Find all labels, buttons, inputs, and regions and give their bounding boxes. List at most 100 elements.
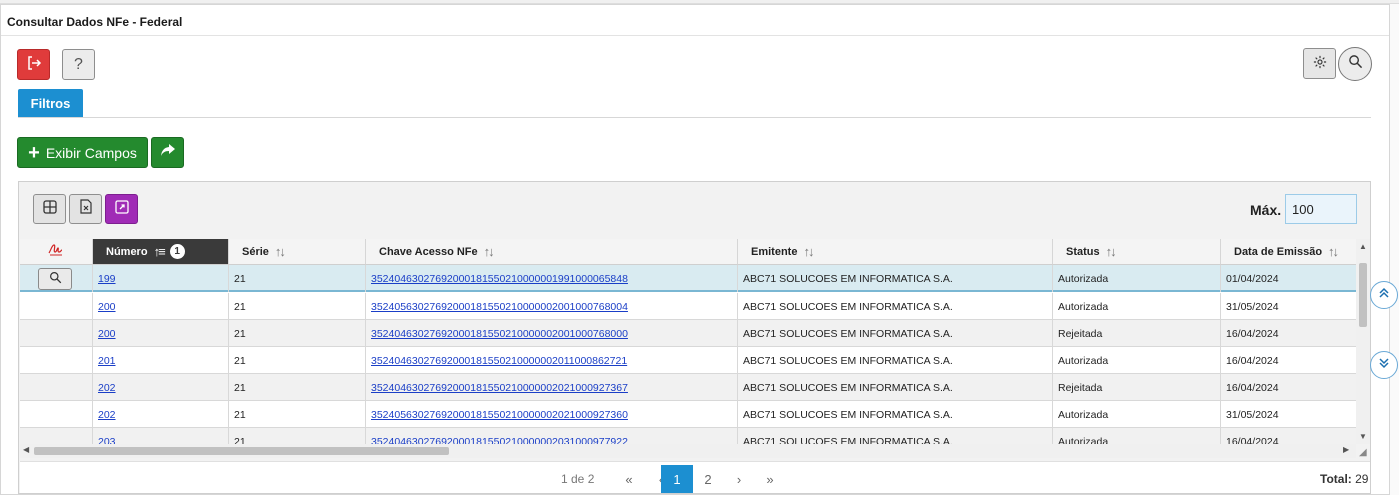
cell-emitente: ABC71 SOLUCOES EM INFORMATICA S.A. <box>738 347 1053 374</box>
column-header-chave[interactable]: Chave Acesso NFe ↑↓ <box>366 239 738 265</box>
row-search-button[interactable] <box>38 268 72 290</box>
cell-data: 16/04/2024 <box>1226 381 1279 394</box>
chave-link[interactable]: 3524056302769200018155021000000200100076… <box>371 301 628 313</box>
horizontal-scrollbar[interactable]: ◀ ▶ <box>20 444 1356 458</box>
expand-button[interactable] <box>105 194 138 224</box>
chave-link[interactable]: 3524046302769200018155021000000199100006… <box>371 273 628 285</box>
scroll-to-bottom-button[interactable] <box>1370 351 1398 379</box>
vertical-scrollbar[interactable]: ▲ ▼ <box>1356 239 1370 444</box>
cell-status: Autorizada <box>1053 428 1221 444</box>
scroll-down-arrow-icon[interactable]: ▼ <box>1359 432 1367 441</box>
gear-icon <box>1313 55 1327 73</box>
table-row[interactable]: 203 21 352404630276920001815502100000020… <box>20 428 1356 444</box>
first-page-button[interactable]: « <box>614 465 644 493</box>
cell-status: Autorizada <box>1053 265 1221 292</box>
cell-serie: 21 <box>229 320 366 347</box>
page-button-2[interactable]: 2 <box>693 465 723 493</box>
cell-numero: 199 <box>93 265 229 292</box>
signature-column-header[interactable] <box>20 239 93 265</box>
scroll-right-arrow-icon[interactable]: ▶ <box>1343 445 1349 454</box>
cell-status: Autorizada <box>1053 293 1221 320</box>
cell-chave: 3524056302769200018155021000000202100092… <box>366 401 738 428</box>
numero-link[interactable]: 201 <box>98 355 116 367</box>
cell-chave: 3524046302769200018155021000000200100076… <box>366 320 738 347</box>
numero-link[interactable]: 199 <box>98 273 116 285</box>
cell-status: Rejeitada <box>1053 374 1221 401</box>
vertical-scroll-thumb[interactable] <box>1359 263 1367 327</box>
exit-icon <box>26 55 42 75</box>
exit-button[interactable] <box>17 49 50 80</box>
column-header-data-emissao[interactable]: Data de Emissão ↑↓ <box>1221 239 1356 265</box>
cell-chave: 3524046302769200018155021000000201100086… <box>366 347 738 374</box>
cell-numero: 200 <box>93 293 229 320</box>
table-row[interactable]: 200 21 352405630276920001815502100000020… <box>20 293 1356 320</box>
max-label: Máx. <box>1250 202 1282 218</box>
resize-grip-icon[interactable]: ◢ <box>1359 447 1367 458</box>
column-header-numero[interactable]: Número ↑≡ 1 <box>93 239 229 265</box>
share-button[interactable] <box>151 137 184 168</box>
chave-link[interactable]: 3524046302769200018155021000000200100076… <box>371 328 628 340</box>
row-action-cell <box>20 265 93 292</box>
table-row[interactable]: 202 21 352404630276920001815502100000020… <box>20 374 1356 401</box>
chave-link[interactable]: 3524056302769200018155021000000202100092… <box>371 409 628 421</box>
table-row[interactable]: 201 21 352404630276920001815502100000020… <box>20 347 1356 374</box>
chave-link[interactable]: 3524046302769200018155021000000201100086… <box>371 355 627 367</box>
column-header-emitente[interactable]: Emitente ↑↓ <box>738 239 1053 265</box>
search-icon <box>1348 54 1363 74</box>
table-row[interactable]: 202 21 352405630276920001815502100000020… <box>20 401 1356 428</box>
tab-divider <box>18 117 1371 118</box>
cell-emitente: ABC71 SOLUCOES EM INFORMATICA S.A. <box>738 428 1053 444</box>
numero-link[interactable]: 202 <box>98 409 116 421</box>
total-count: Total: 29 <box>1320 472 1368 486</box>
row-action-cell <box>20 374 93 401</box>
settings-button[interactable] <box>1303 48 1336 79</box>
cell-data: 31/05/2024 <box>1226 408 1279 421</box>
cell-status: Rejeitada <box>1053 320 1221 347</box>
numero-link[interactable]: 203 <box>98 436 116 445</box>
sort-icon: ↑↓ <box>483 244 495 259</box>
row-action-cell <box>20 320 93 347</box>
next-page-button[interactable]: › <box>724 465 754 493</box>
app-window: Consultar Dados NFe - Federal ? Filtros … <box>0 4 1390 495</box>
plus-icon: + <box>28 141 40 164</box>
table-row[interactable]: 199 21 352404630276920001815502100000019… <box>20 265 1356 292</box>
numero-link[interactable]: 200 <box>98 328 116 340</box>
cell-numero: 200 <box>93 320 229 347</box>
column-label: Data de Emissão <box>1234 245 1323 258</box>
grid-layout-button[interactable] <box>33 194 66 224</box>
page-scrollbar[interactable] <box>1390 4 1399 495</box>
help-icon: ? <box>74 55 83 73</box>
scroll-to-top-button[interactable] <box>1370 281 1398 309</box>
scroll-left-arrow-icon[interactable]: ◀ <box>23 445 29 454</box>
column-label: Chave Acesso NFe <box>379 245 478 258</box>
horizontal-scroll-thumb[interactable] <box>34 447 449 455</box>
search-icon <box>49 271 62 287</box>
signature-icon <box>48 242 64 261</box>
cell-serie: 21 <box>229 374 366 401</box>
cell-serie: 21 <box>229 265 366 292</box>
row-action-cell <box>20 347 93 374</box>
excel-export-button[interactable] <box>69 194 102 224</box>
scroll-up-arrow-icon[interactable]: ▲ <box>1359 242 1367 251</box>
search-button[interactable] <box>1338 47 1372 81</box>
cell-emitente: ABC71 SOLUCOES EM INFORMATICA S.A. <box>738 401 1053 428</box>
column-header-status[interactable]: Status ↑↓ <box>1053 239 1221 265</box>
cell-chave: 3524046302769200018155021000000199100006… <box>366 265 738 292</box>
column-label: Status <box>1066 245 1100 258</box>
exibir-campos-button[interactable]: + Exibir Campos <box>17 137 148 168</box>
chave-link[interactable]: 3524046302769200018155021000000202100092… <box>371 382 628 394</box>
cell-status: Autorizada <box>1053 401 1221 428</box>
row-action-cell <box>20 401 93 428</box>
numero-link[interactable]: 202 <box>98 382 116 394</box>
numero-link[interactable]: 200 <box>98 301 116 313</box>
cell-serie: 21 <box>229 347 366 374</box>
help-button[interactable]: ? <box>62 49 95 80</box>
max-rows-input[interactable] <box>1285 194 1357 224</box>
last-page-button[interactable]: » <box>755 465 785 493</box>
table-row[interactable]: 200 21 352404630276920001815502100000020… <box>20 320 1356 347</box>
page-info: 1 de 2 <box>561 472 595 486</box>
tab-filtros[interactable]: Filtros <box>18 89 83 117</box>
chave-link[interactable]: 3524046302769200018155021000000203100097… <box>371 436 628 445</box>
page-button-1[interactable]: 1 <box>661 465 693 493</box>
column-header-serie[interactable]: Série ↑↓ <box>229 239 366 265</box>
